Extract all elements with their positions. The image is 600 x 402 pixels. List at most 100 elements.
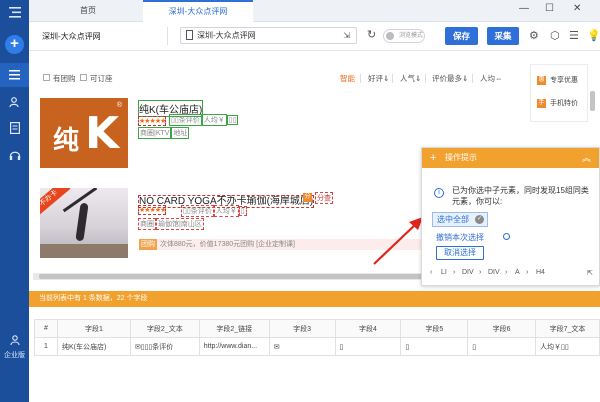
coupon-icon: 惠 [537, 75, 546, 85]
collapse-icon[interactable]: ︽ [582, 148, 591, 168]
shop-thumbnail[interactable]: 纯 K ® [40, 98, 128, 168]
close-icon[interactable]: ✕ [573, 3, 581, 14]
minimize-icon[interactable]: — [519, 3, 529, 14]
path-element[interactable]: LI [441, 269, 447, 276]
sort-divider [472, 74, 473, 83]
help-icon[interactable] [503, 233, 510, 240]
toolbar: 深圳-大众点评网 深圳-大众点评网 ⇲ ↻ 浏览模式 保存 采集 ⚙ ⬡ ☰ 💡 [29, 22, 600, 51]
table-cell[interactable]: ▯ [334, 337, 402, 356]
expand-icon[interactable]: ⇱ [587, 269, 593, 277]
path-element[interactable]: H4 [536, 269, 545, 276]
table-cell[interactable]: ▯ [400, 337, 469, 356]
url-text: 深圳-大众点评网 [197, 31, 256, 40]
path-separator: › [453, 269, 456, 276]
listing-meta-2: 商圈 瑜伽馆|南山区 [138, 218, 205, 230]
maximize-icon[interactable]: ☐ [545, 3, 554, 14]
user-icon [9, 335, 20, 346]
column-header[interactable]: 字段2_文本 [129, 319, 200, 338]
table-cell[interactable]: 人均￥▯▯ [535, 337, 600, 356]
bulb-icon[interactable]: 💡 [587, 29, 600, 42]
headset-icon[interactable] [0, 143, 29, 167]
table-cell[interactable]: 纯K(车公庙店) [56, 337, 131, 356]
select-all-button[interactable]: 选中全部 ✓ [432, 212, 488, 227]
side-item[interactable]: 惠专享优惠 [537, 75, 578, 85]
path-element[interactable]: A [515, 269, 520, 276]
column-header[interactable]: 字段7_文本 [535, 319, 600, 338]
shop-thumbnail[interactable]: 不办卡 [40, 188, 128, 258]
tab-home[interactable]: 首页 [63, 0, 113, 22]
side-item[interactable]: 手手机特价 [537, 98, 578, 108]
table-cell: 1 [34, 337, 58, 356]
cancel-selection-button[interactable]: 取消选择 [436, 246, 484, 260]
collect-button[interactable]: 采集 [487, 27, 519, 45]
sort-rating[interactable]: 好评⇓ [368, 73, 389, 84]
review-count[interactable]: ▯▯条评价 [169, 114, 202, 126]
category-tag[interactable]: 商圈 [138, 218, 156, 230]
table-cell[interactable]: ▯ [467, 337, 537, 356]
browse-mode-toggle[interactable]: 浏览模式 [383, 29, 425, 43]
page-vertical-scrollbar[interactable] [589, 85, 596, 145]
tab-dianping[interactable]: 深圳-大众点评网 [143, 0, 253, 22]
table-row[interactable]: 1 纯K(车公庙店) ✉▯▯▯条评价 http://www.dian... ✉ … [34, 337, 600, 356]
phone-deal-icon: 手 [537, 98, 546, 108]
undo-selection-link[interactable]: 撤销本次选择 [436, 232, 510, 243]
toolbar-divider [167, 27, 168, 45]
path-back-icon[interactable]: ‹ [430, 269, 432, 276]
logo-glyph: K [85, 108, 120, 159]
enterprise-edition[interactable]: 企业版 [0, 335, 29, 360]
category-tag[interactable]: 商圈|KTV [137, 127, 172, 139]
side-item-label: 专享优惠 [550, 77, 578, 84]
path-element[interactable]: DIV [462, 269, 474, 276]
sort-reviews[interactable]: 评价最多⇓ [432, 73, 468, 84]
shop-name[interactable]: NO CARD YOGA不办卡瑜伽(海岸城店) [137, 192, 315, 208]
new-task-button[interactable]: + [5, 35, 24, 54]
address: 瑜伽馆|南山区 [156, 218, 204, 230]
column-header[interactable]: 字段1 [56, 319, 131, 338]
star-rating: ★★★★★ [137, 205, 167, 215]
users-icon[interactable] [0, 90, 29, 114]
settings-icon[interactable]: ⚙ [529, 29, 539, 42]
star-rating: ★★★★★ [137, 116, 167, 126]
table-cell[interactable]: ✉▯▯▯条评价 [129, 337, 200, 356]
deal-text: 次体880元，价值17380元团购 [企业定制课] [160, 241, 295, 248]
pointer-arrow [373, 217, 423, 265]
column-header[interactable]: 字段2_链接 [198, 319, 270, 338]
enterprise-label: 企业版 [4, 352, 25, 359]
price-value: ▯▯ [226, 115, 239, 125]
column-header[interactable]: 字段6 [467, 319, 537, 338]
column-header[interactable]: 字段4 [334, 319, 402, 338]
sort-popularity[interactable]: 人气⇓ [400, 73, 421, 84]
cube-icon[interactable]: ⬡ [550, 29, 560, 42]
column-header[interactable]: # [34, 319, 58, 338]
deal-tag: 团购 [139, 239, 157, 250]
list-icon[interactable]: ☰ [569, 29, 579, 42]
column-header[interactable]: 字段5 [400, 319, 469, 338]
reservable-label: 可订座 [90, 74, 113, 83]
sort-smart[interactable]: 智能 [340, 73, 355, 84]
url-field[interactable]: 深圳-大众点评网 ⇲ [180, 27, 357, 44]
column-header[interactable]: 字段3 [268, 319, 336, 338]
has-deal-checkbox[interactable] [43, 74, 50, 81]
undo-label: 撤销本次选择 [436, 233, 484, 242]
photo-floor [40, 244, 128, 258]
task-list-icon[interactable] [0, 63, 29, 87]
check-icon: ✓ [475, 215, 484, 224]
scrollbar-thumb[interactable] [39, 274, 459, 279]
template-icon[interactable] [0, 116, 29, 140]
save-button[interactable]: 保存 [445, 27, 478, 45]
sort-price[interactable]: 人均⇔ [480, 73, 503, 84]
shop-name[interactable]: 纯K(车公庙店) [137, 100, 204, 117]
path-separator: › [526, 269, 529, 276]
scrollbar-thumb[interactable] [590, 91, 595, 111]
reservable-checkbox[interactable] [80, 74, 87, 81]
menu-icon[interactable] [0, 0, 29, 24]
table-cell[interactable]: ✉ [268, 337, 336, 356]
review-count[interactable]: ▯▯条评价 [181, 205, 214, 217]
path-element[interactable]: DIV [488, 269, 500, 276]
panel-title: 操作提示 [445, 153, 477, 162]
refresh-icon[interactable]: ↻ [367, 28, 376, 41]
open-page-icon[interactable]: ⇲ [343, 28, 350, 43]
info-icon: i [434, 188, 444, 198]
table-cell[interactable]: http://www.dian... [198, 337, 270, 356]
toggle-knob [386, 32, 394, 40]
